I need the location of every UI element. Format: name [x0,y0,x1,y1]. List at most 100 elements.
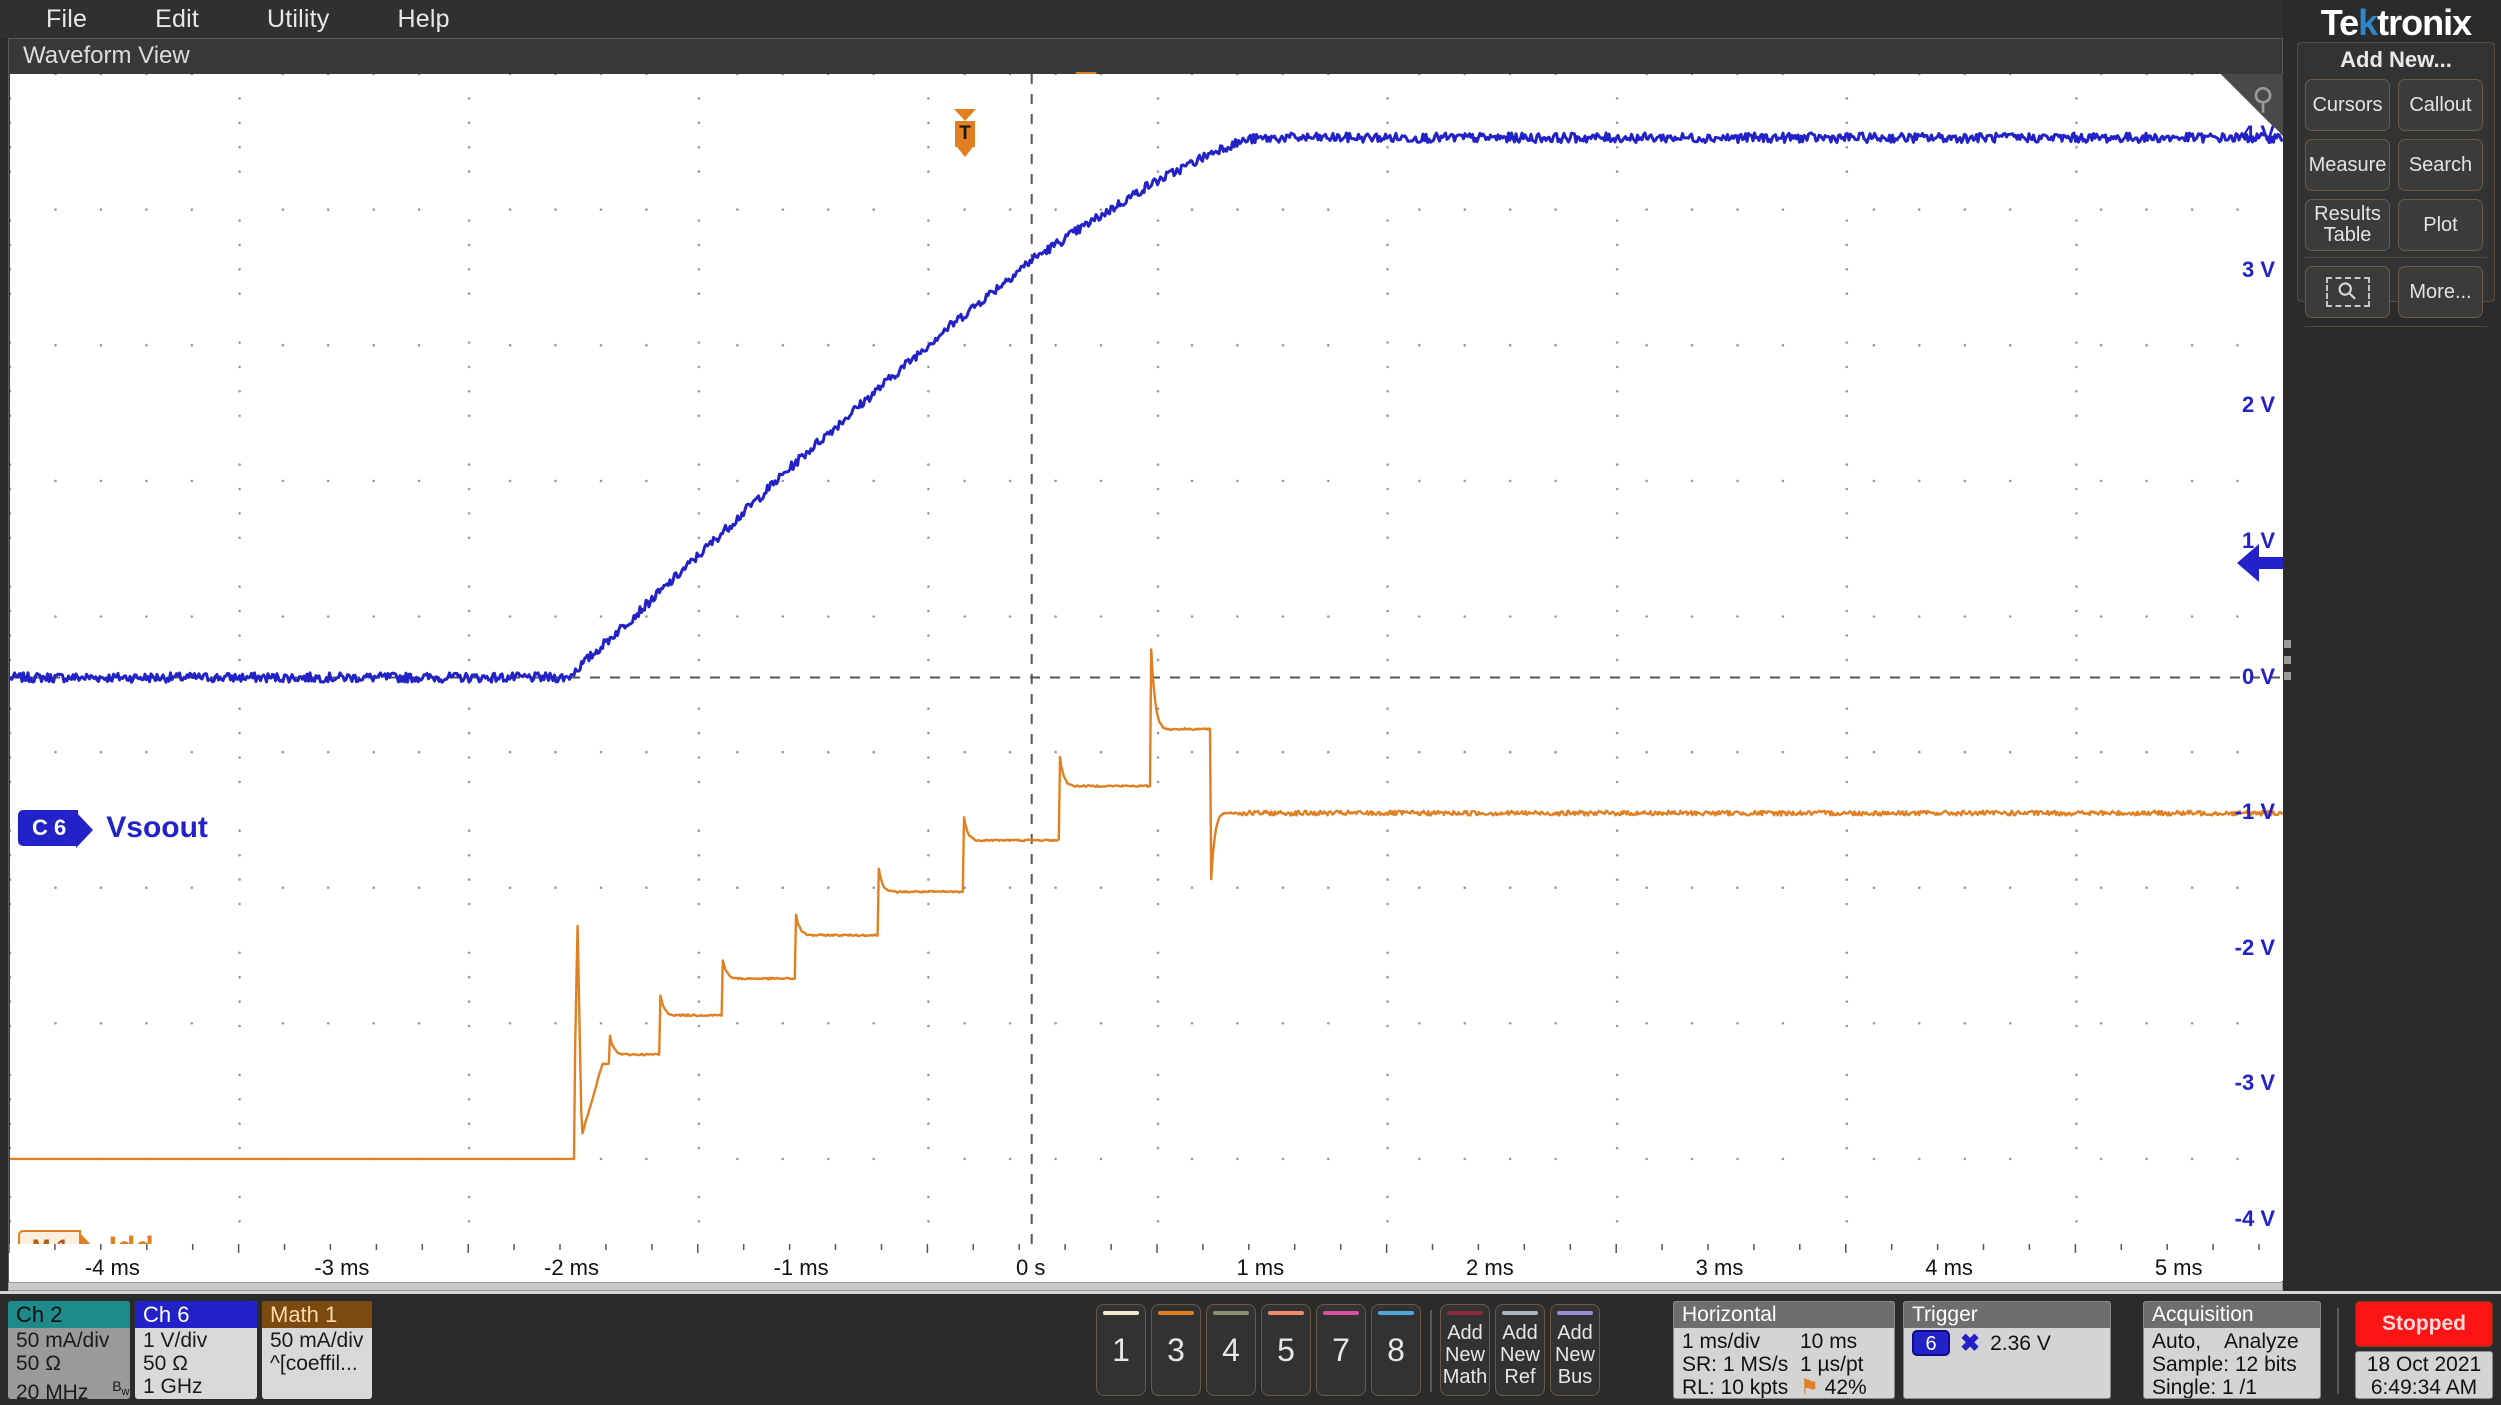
trigger-position-marker[interactable]: T [954,109,976,157]
channel-button-5[interactable]: 5 [1261,1304,1311,1396]
arrow-tail [2257,557,2283,569]
waveform-badge-ch6[interactable]: C 6 Vsoout [18,810,208,848]
time-axis-scrollbar[interactable] [8,1282,2283,1291]
horizontal-row-2: SR: 1 MS/s 1 µs/pt [1682,1353,1894,1376]
ch6-bandwidth: 1 GHz [143,1375,203,1398]
trigger-row-1: 6 ✖ 2.36 V [1912,1330,2110,1356]
bottom-status-bar: Ch 2 50 mA/div 50 Ω 20 MHz Bw Ch 6 1 V/d… [0,1291,2501,1405]
button-color-stripe [1557,1311,1593,1315]
trigger-status-box[interactable]: Trigger 6 ✖ 2.36 V [1903,1301,2111,1399]
add-new-ref-button[interactable]: Add New Ref [1495,1304,1545,1396]
ch2-settings: 50 mA/div 50 Ω 20 MHz Bw [8,1328,130,1399]
channel-button-label: 7 [1332,1331,1350,1368]
acquisition-title: Acquisition [2144,1302,2320,1328]
slope-either-icon: ✖ [1960,1329,1981,1357]
arrow-head [2237,544,2259,582]
trigger-flag-icon: ⚑ [1800,1376,1819,1399]
trigger-title: Trigger [1904,1302,2110,1328]
waveform-view-title: Waveform View [9,39,2282,73]
add-new-math-button[interactable]: Add New Math [1440,1304,1490,1396]
add-button-label: Add New Math [1442,1322,1488,1388]
channel-color-stripe [1213,1311,1249,1315]
acquisition-analyze: Analyze [2224,1330,2299,1353]
channel-button-7[interactable]: 7 [1316,1304,1366,1396]
logo-part-1: Te [2320,2,2359,43]
ch6-badge-tag: C 6 [18,810,94,848]
time-text: 6:49:34 AM [2370,1376,2478,1399]
date-text: 18 Oct 2021 [2366,1353,2482,1376]
trigger-rows: 6 ✖ 2.36 V [1904,1328,2110,1356]
ch2-bandwidth-row: 20 MHz Bw [16,1375,130,1399]
channel-color-stripe [1158,1311,1194,1315]
channel-button-label: 3 [1167,1331,1185,1368]
voltage-tick--1V: -1 V [2234,799,2275,825]
channel-button-1[interactable]: 1 [1096,1304,1146,1396]
panel-divider-2 [2305,326,2487,327]
horizontal-resolution: 1 µs/pt [1800,1353,1864,1376]
menu-edit[interactable]: Edit [121,0,233,38]
ch6-settings: 1 V/div 50 Ω 1 GHz [135,1328,257,1398]
zoom-corner-button[interactable]: ⚲ [2221,74,2283,136]
channel-button-3[interactable]: 3 [1151,1304,1201,1396]
horizontal-status-box[interactable]: Horizontal 1 ms/div 10 ms SR: 1 MS/s 1 µ… [1673,1301,1895,1399]
horizontal-row-1: 1 ms/div 10 ms [1682,1330,1894,1353]
add-results-table-button[interactable]: Results Table [2305,199,2390,251]
channel-badge-ch2[interactable]: Ch 2 50 mA/div 50 Ω 20 MHz Bw [8,1301,130,1399]
menu-file[interactable]: File [12,0,121,38]
voltage-tick-0V: 0 V [2241,663,2275,689]
trigger-level-arrow-icon[interactable] [2237,544,2283,582]
voltage-tick--4V: -4 V [2234,1205,2275,1231]
acquisition-single: Single: 1 /1 [2152,1376,2258,1399]
more-button[interactable]: More... [2398,266,2483,318]
add-plot-button[interactable]: Plot [2398,199,2483,251]
add-new-button-grid-2: More... [2298,258,2494,318]
channel-color-stripe [1268,1311,1304,1315]
time-tick--3ms: -3 ms [314,1255,370,1280]
add-new-panel: Add New... Cursors Callout Measure Searc… [2297,42,2495,327]
run-stop-status-button[interactable]: Stopped [2355,1301,2493,1347]
acquisition-row-3: Single: 1 /1 [2152,1376,2320,1399]
channel-badge-ch6[interactable]: Ch 6 1 V/div 50 Ω 1 GHz [135,1301,257,1399]
ch2-scale: 50 mA/div [16,1329,110,1352]
channel-button-4[interactable]: 4 [1206,1304,1256,1396]
channel-button-8[interactable]: 8 [1371,1304,1421,1396]
time-tick-1ms: 1 ms [1236,1255,1285,1280]
acquisition-rows: Auto, Analyze Sample: 12 bits Single: 1 … [2144,1328,2320,1399]
voltage-tick-3V: 3 V [2241,256,2275,282]
horizontal-title: Horizontal [1674,1302,1894,1328]
trigger-source-chip[interactable]: 6 [1912,1330,1950,1356]
datetime-display: 18 Oct 2021 6:49:34 AM [2355,1351,2493,1399]
add-button-label: Add New Ref [1499,1322,1540,1388]
acquisition-status-box[interactable]: Acquisition Auto, Analyze Sample: 12 bit… [2143,1301,2321,1399]
trigger-t-icon: T [955,121,975,147]
math1-expression: ^[coeffil... [270,1352,358,1375]
acquisition-mode: Auto, [2152,1330,2202,1353]
acquisition-row-1: Auto, Analyze [2152,1330,2320,1353]
time-tick--2ms: -2 ms [544,1255,599,1280]
menu-help[interactable]: Help [364,0,484,38]
menu-bar: File Edit Utility Help [0,0,2283,38]
ch6-impedance: 50 Ω [143,1352,188,1375]
horizontal-record-length: RL: 10 kpts [1682,1376,1789,1399]
add-new-button-grid: Cursors Callout Measure Search Results Ta… [2298,73,2494,251]
channel-badge-math1[interactable]: Math 1 50 mA/div ^[coeffil... [262,1301,372,1399]
menu-utility[interactable]: Utility [233,0,364,38]
add-callout-button[interactable]: Callout [2398,79,2483,131]
voltage-tick--3V: -3 V [2234,1070,2275,1096]
add-cursors-button[interactable]: Cursors [2305,79,2390,131]
time-tick--4ms: -4 ms [84,1255,140,1280]
channel-color-stripe [1103,1311,1139,1315]
add-new-bus-button[interactable]: Add New Bus [1550,1304,1600,1396]
add-measure-button[interactable]: Measure [2305,139,2390,191]
ch6-name: Ch 6 [135,1301,257,1328]
add-search-button[interactable]: Search [2398,139,2483,191]
waveform-graticule[interactable]: 4 V3 V2 V1 V0 V-1 V-2 V-3 V-4 V C 6 Vsoo… [10,74,2283,1281]
channel-button-label: 4 [1222,1331,1240,1368]
zoom-area-button[interactable] [2305,266,2390,318]
time-axis: -4 ms -3 ms -2 ms -1 ms 0 s 1 ms 2 ms 3 ms 4 ms 5… [8,1244,2282,1282]
math1-settings: 50 mA/div ^[coeffil... [262,1328,372,1375]
bandwidth-limit-icon: Bw [112,1378,130,1398]
add-button-label: Add New Bus [1554,1322,1595,1388]
acquisition-sample: Sample: 12 bits [2152,1353,2297,1376]
time-tick--1ms: -1 ms [773,1255,829,1280]
